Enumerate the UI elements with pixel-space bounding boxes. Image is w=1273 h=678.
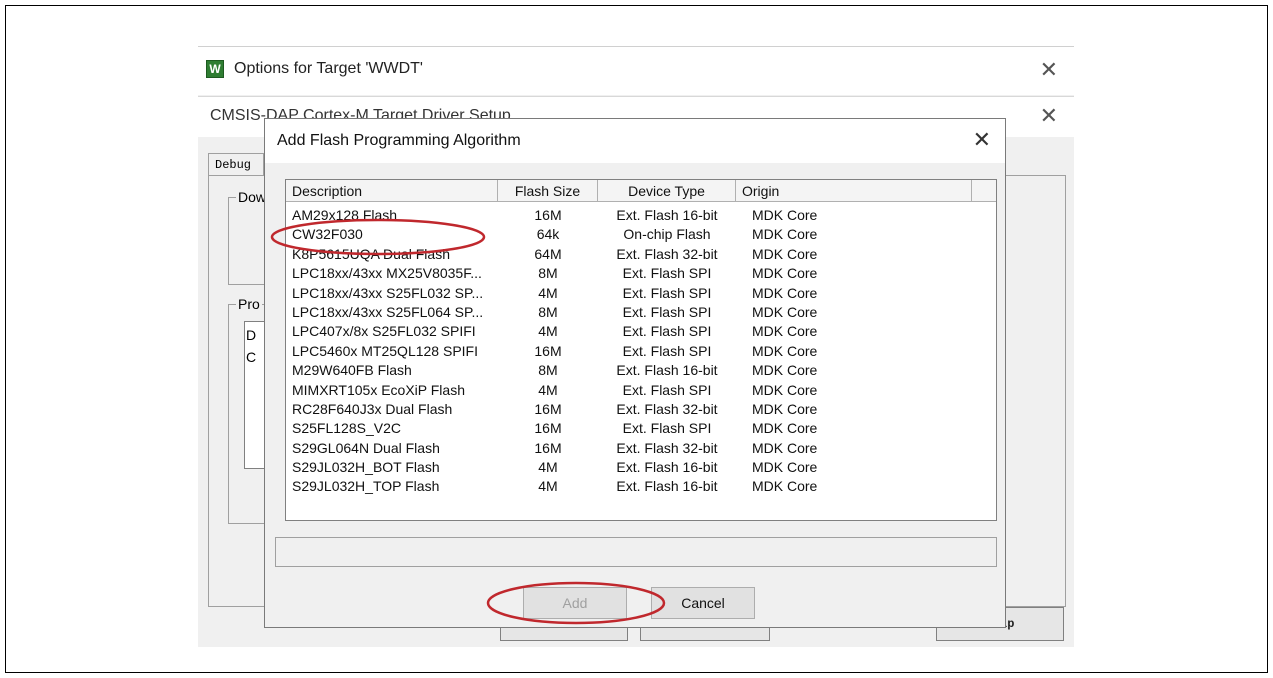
cell-description: LPC18xx/43xx S25FL064 SP... <box>292 303 484 320</box>
cell-flash-size: 16M <box>534 420 562 437</box>
cell-origin: MDK Core <box>752 284 818 301</box>
cell-origin: MDK Core <box>752 478 818 495</box>
cell-description: K8P5615UQA Dual Flash <box>292 245 450 262</box>
tab-debug[interactable]: Debug <box>208 153 264 175</box>
cell-description: S25FL128S_V2C <box>292 420 401 437</box>
cell-origin: MDK Core <box>752 400 818 417</box>
cell-device-type: Ext. Flash 32-bit <box>616 245 718 262</box>
cell-description: RC28F640J3x Dual Flash <box>292 400 453 417</box>
cell-origin: MDK Core <box>752 226 818 243</box>
cell-flash-size: 4M <box>538 323 558 340</box>
cell-origin: MDK Core <box>752 207 818 223</box>
cell-flash-size: 8M <box>538 362 558 379</box>
algorithm-listview[interactable]: Description Flash Size Device Type Origi… <box>285 179 997 521</box>
add-flash-algorithm-dialog: Add Flash Programming Algorithm ✕ Descri… <box>264 118 1006 628</box>
list-item[interactable]: LPC18xx/43xx S25FL064 SP... 8M Ext. Flash … <box>286 303 996 322</box>
cell-device-type: Ext. Flash 16-bit <box>616 362 718 379</box>
dialog-title: Add Flash Programming Algorithm <box>277 132 521 149</box>
close-icon[interactable]: ✕ <box>1040 103 1058 129</box>
list-item[interactable]: RC28F640J3x Dual Flash 16M Ext. Flash 32-b… <box>286 400 996 419</box>
cell-device-type: Ext. Flash SPI <box>622 265 712 282</box>
algorithm-list-header: D <box>246 327 257 343</box>
cell-device-type: Ext. Flash 32-bit <box>616 400 718 417</box>
cell-description: LPC18xx/43xx S25FL032 SP... <box>292 284 484 301</box>
cell-flash-size: 16M <box>534 207 562 223</box>
list-item[interactable]: S25FL128S_V2C 16M Ext. Flash SPI MDK Core <box>286 419 996 438</box>
cell-flash-size: 4M <box>538 459 558 476</box>
cell-origin: MDK Core <box>752 362 818 379</box>
cell-origin: MDK Core <box>752 381 818 398</box>
status-bar <box>275 537 997 567</box>
cell-origin: MDK Core <box>752 342 818 359</box>
cell-flash-size: 16M <box>534 400 562 417</box>
cell-device-type: Ext. Flash SPI <box>622 323 712 340</box>
cell-description: MIMXRT105x EcoXiP Flash <box>292 381 465 398</box>
cell-description: CW32F030 <box>292 226 363 243</box>
list-item[interactable]: S29JL032H_TOP Flash 4M Ext. Flash 16-bit MD… <box>286 477 996 496</box>
cell-device-type: Ext. Flash 32-bit <box>616 439 718 456</box>
options-window-title: Options for Target 'WWDT' <box>234 60 423 77</box>
list-item[interactable]: LPC5460x MT25QL128 SPIFI 16M Ext. Flash SP… <box>286 342 996 361</box>
options-window-titlebar: W Options for Target 'WWDT' ✕ <box>198 46 1074 95</box>
listview-rows: AM29x128 Flash 16M Ext. Flash 16-bit MDK Co… <box>286 206 996 497</box>
cell-origin: MDK Core <box>752 323 818 340</box>
close-icon[interactable]: ✕ <box>1040 57 1058 83</box>
cell-description: S29JL032H_TOP Flash <box>292 478 440 495</box>
list-item[interactable]: K8P5615UQA Dual Flash 64M Ext. Flash 32-bi… <box>286 245 996 264</box>
cell-flash-size: 64k <box>536 226 560 243</box>
cell-description: S29JL032H_BOT Flash <box>292 459 440 476</box>
list-item[interactable]: AM29x128 Flash 16M Ext. Flash 16-bit MDK Co… <box>286 206 996 225</box>
column-header-origin[interactable]: Origin <box>736 180 972 202</box>
cell-origin: MDK Core <box>752 265 818 282</box>
list-item[interactable]: LPC18xx/43xx MX25V8035F... 8M Ext. Flash S… <box>286 264 996 283</box>
cell-device-type: Ext. Flash SPI <box>622 303 712 320</box>
cell-flash-size: 4M <box>538 381 558 398</box>
cell-description: LPC407x/8x S25FL032 SPIFI <box>292 323 476 340</box>
algorithm-list-item[interactable]: C <box>246 349 256 365</box>
column-header-filler <box>972 180 996 202</box>
cell-description: LPC18xx/43xx MX25V8035F... <box>292 265 482 282</box>
cell-flash-size: 8M <box>538 303 558 320</box>
cell-origin: MDK Core <box>752 245 818 262</box>
cell-origin: MDK Core <box>752 420 818 437</box>
list-item[interactable]: LPC407x/8x S25FL032 SPIFI 4M Ext. Flash SP… <box>286 322 996 341</box>
cell-flash-size: 16M <box>534 342 562 359</box>
cell-origin: MDK Core <box>752 459 818 476</box>
cell-device-type: Ext. Flash 16-bit <box>616 459 718 476</box>
cell-device-type: On-chip Flash <box>623 226 711 243</box>
list-item[interactable]: CW32F030 64k On-chip Flash MDK Core <box>286 225 996 244</box>
list-item[interactable]: M29W640FB Flash 8M Ext. Flash 16-bit MDK Co… <box>286 361 996 380</box>
cell-device-type: Ext. Flash SPI <box>622 381 712 398</box>
cell-origin: MDK Core <box>752 439 818 456</box>
cell-flash-size: 4M <box>538 478 558 495</box>
uvision-icon: W <box>206 60 224 78</box>
cell-description: S29GL064N Dual Flash <box>292 439 440 456</box>
dialog-titlebar: Add Flash Programming Algorithm ✕ <box>265 119 1005 163</box>
cell-description: AM29x128 Flash <box>292 207 398 223</box>
cell-device-type: Ext. Flash 16-bit <box>616 478 718 495</box>
cell-flash-size: 4M <box>538 284 558 301</box>
column-header-device-type[interactable]: Device Type <box>598 180 736 202</box>
cell-flash-size: 16M <box>534 439 562 456</box>
cell-device-type: Ext. Flash 16-bit <box>616 207 718 223</box>
add-button[interactable]: Add <box>523 587 627 619</box>
cell-flash-size: 8M <box>538 265 558 282</box>
close-icon[interactable]: ✕ <box>973 127 991 153</box>
programming-group-label: Pro <box>236 296 262 312</box>
column-header-description[interactable]: Description <box>286 180 498 202</box>
list-item[interactable]: S29GL064N Dual Flash 16M Ext. Flash 32-bit… <box>286 439 996 458</box>
listview-header: Description Flash Size Device Type Origi… <box>286 180 996 204</box>
list-item[interactable]: MIMXRT105x EcoXiP Flash 4M Ext. Flash SPI M… <box>286 381 996 400</box>
cell-device-type: Ext. Flash SPI <box>622 342 712 359</box>
cell-flash-size: 64M <box>534 245 562 262</box>
cell-description: LPC5460x MT25QL128 SPIFI <box>292 342 478 359</box>
list-item[interactable]: LPC18xx/43xx S25FL032 SP... 4M Ext. Flash … <box>286 284 996 303</box>
cell-origin: MDK Core <box>752 303 818 320</box>
cancel-button[interactable]: Cancel <box>651 587 755 619</box>
cell-description: M29W640FB Flash <box>292 362 412 379</box>
list-item[interactable]: S29JL032H_BOT Flash 4M Ext. Flash 16-bit MD… <box>286 458 996 477</box>
cell-device-type: Ext. Flash SPI <box>622 420 712 437</box>
column-header-flash-size[interactable]: Flash Size <box>498 180 598 202</box>
cell-device-type: Ext. Flash SPI <box>622 284 712 301</box>
